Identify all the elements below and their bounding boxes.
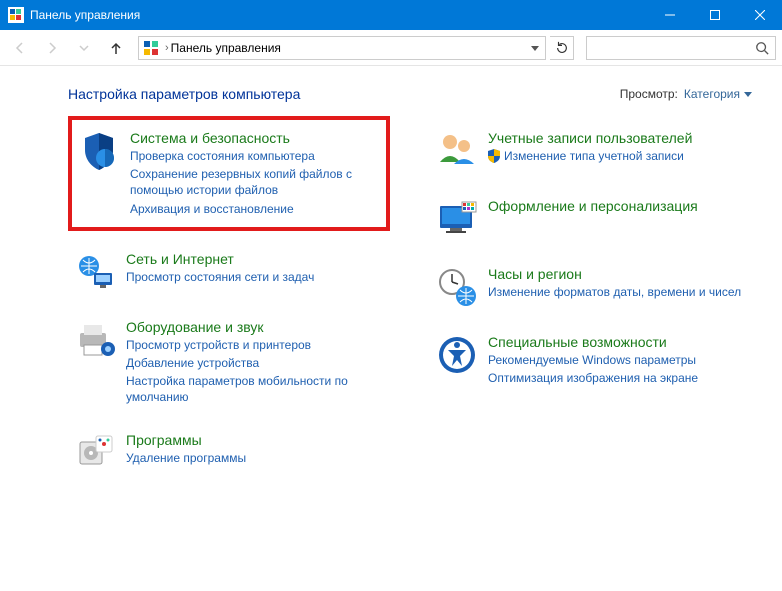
back-button[interactable] — [6, 34, 34, 62]
category-link[interactable]: Сохранение резервных копий файлов с помо… — [130, 166, 380, 198]
category-title[interactable]: Специальные возможности — [488, 334, 698, 350]
chevron-right-icon: › — [163, 42, 171, 54]
up-button[interactable] — [102, 34, 130, 62]
category-link[interactable]: Настройка параметров мобильности по умол… — [126, 373, 384, 405]
category-link[interactable]: Добавление устройства — [126, 355, 384, 371]
category-title[interactable]: Система и безопасность — [130, 130, 380, 146]
category-hardware-sound: Оборудование и звук Просмотр устройств и… — [68, 313, 390, 412]
category-link[interactable]: Изменение типа учетной записи — [488, 148, 692, 164]
category-user-accounts: Учетные записи пользователей Изменение т… — [430, 124, 752, 178]
titlebar: Панель управления — [0, 0, 782, 30]
category-network-internet: Сеть и Интернет Просмотр состояния сети … — [68, 245, 390, 299]
navbar: › Панель управления — [0, 30, 782, 66]
category-ease-of-access: Специальные возможности Рекомендуемые Wi… — [430, 328, 752, 392]
addressbar-dropdown[interactable] — [525, 44, 545, 52]
monitor-icon — [436, 198, 478, 240]
category-link[interactable]: Проверка состояния компьютера — [130, 148, 380, 164]
category-title[interactable]: Сеть и Интернет — [126, 251, 314, 267]
category-title[interactable]: Оборудование и звук — [126, 319, 384, 335]
users-icon — [436, 130, 478, 172]
category-link[interactable]: Просмотр состояния сети и задач — [126, 269, 314, 285]
app-icon — [8, 7, 24, 23]
window-title: Панель управления — [30, 8, 647, 22]
category-appearance-personalization: Оформление и персонализация — [430, 192, 752, 246]
addressbar-text: Панель управления — [171, 41, 525, 55]
category-programs: Программы Удаление программы — [68, 426, 390, 480]
recent-dropdown[interactable] — [70, 34, 98, 62]
uac-shield-icon — [488, 149, 500, 163]
close-button[interactable] — [737, 0, 782, 30]
chevron-down-icon — [744, 90, 752, 98]
category-title[interactable]: Оформление и персонализация — [488, 198, 698, 214]
category-link[interactable]: Изменение форматов даты, времени и чисел — [488, 284, 741, 300]
addressbar[interactable]: › Панель управления — [138, 36, 546, 60]
view-label: Просмотр: — [620, 87, 678, 101]
category-link[interactable]: Рекомендуемые Windows параметры — [488, 352, 698, 368]
view-value: Категория — [684, 87, 740, 101]
view-by: Просмотр: Категория — [620, 87, 752, 101]
refresh-button[interactable] — [550, 36, 574, 60]
category-system-security: Система и безопасность Проверка состояни… — [68, 116, 390, 231]
page-title: Настройка параметров компьютера — [68, 86, 620, 102]
programs-icon — [74, 432, 116, 474]
globe-network-icon — [74, 251, 116, 293]
accessibility-icon — [436, 334, 478, 376]
minimize-button[interactable] — [647, 0, 692, 30]
category-link-text: Изменение типа учетной записи — [504, 148, 684, 164]
shield-icon — [78, 130, 120, 172]
forward-button[interactable] — [38, 34, 66, 62]
category-title[interactable]: Учетные записи пользователей — [488, 130, 692, 146]
category-column-right: Учетные записи пользователей Изменение т… — [430, 124, 752, 480]
search-input[interactable] — [586, 36, 776, 60]
category-link[interactable]: Оптимизация изображения на экране — [488, 370, 698, 386]
printer-icon — [74, 319, 116, 361]
clock-globe-icon — [436, 266, 478, 308]
search-icon — [755, 41, 769, 55]
content: Настройка параметров компьютера Просмотр… — [0, 66, 782, 480]
maximize-button[interactable] — [692, 0, 737, 30]
addressbar-icon — [139, 40, 163, 56]
category-title[interactable]: Часы и регион — [488, 266, 741, 282]
category-clock-region: Часы и регион Изменение форматов даты, в… — [430, 260, 752, 314]
category-title[interactable]: Программы — [126, 432, 246, 448]
category-link[interactable]: Просмотр устройств и принтеров — [126, 337, 384, 353]
view-dropdown[interactable]: Категория — [684, 87, 752, 101]
category-link[interactable]: Удаление программы — [126, 450, 246, 466]
category-link[interactable]: Архивация и восстановление — [130, 201, 380, 217]
category-column-left: Система и безопасность Проверка состояни… — [68, 124, 390, 480]
